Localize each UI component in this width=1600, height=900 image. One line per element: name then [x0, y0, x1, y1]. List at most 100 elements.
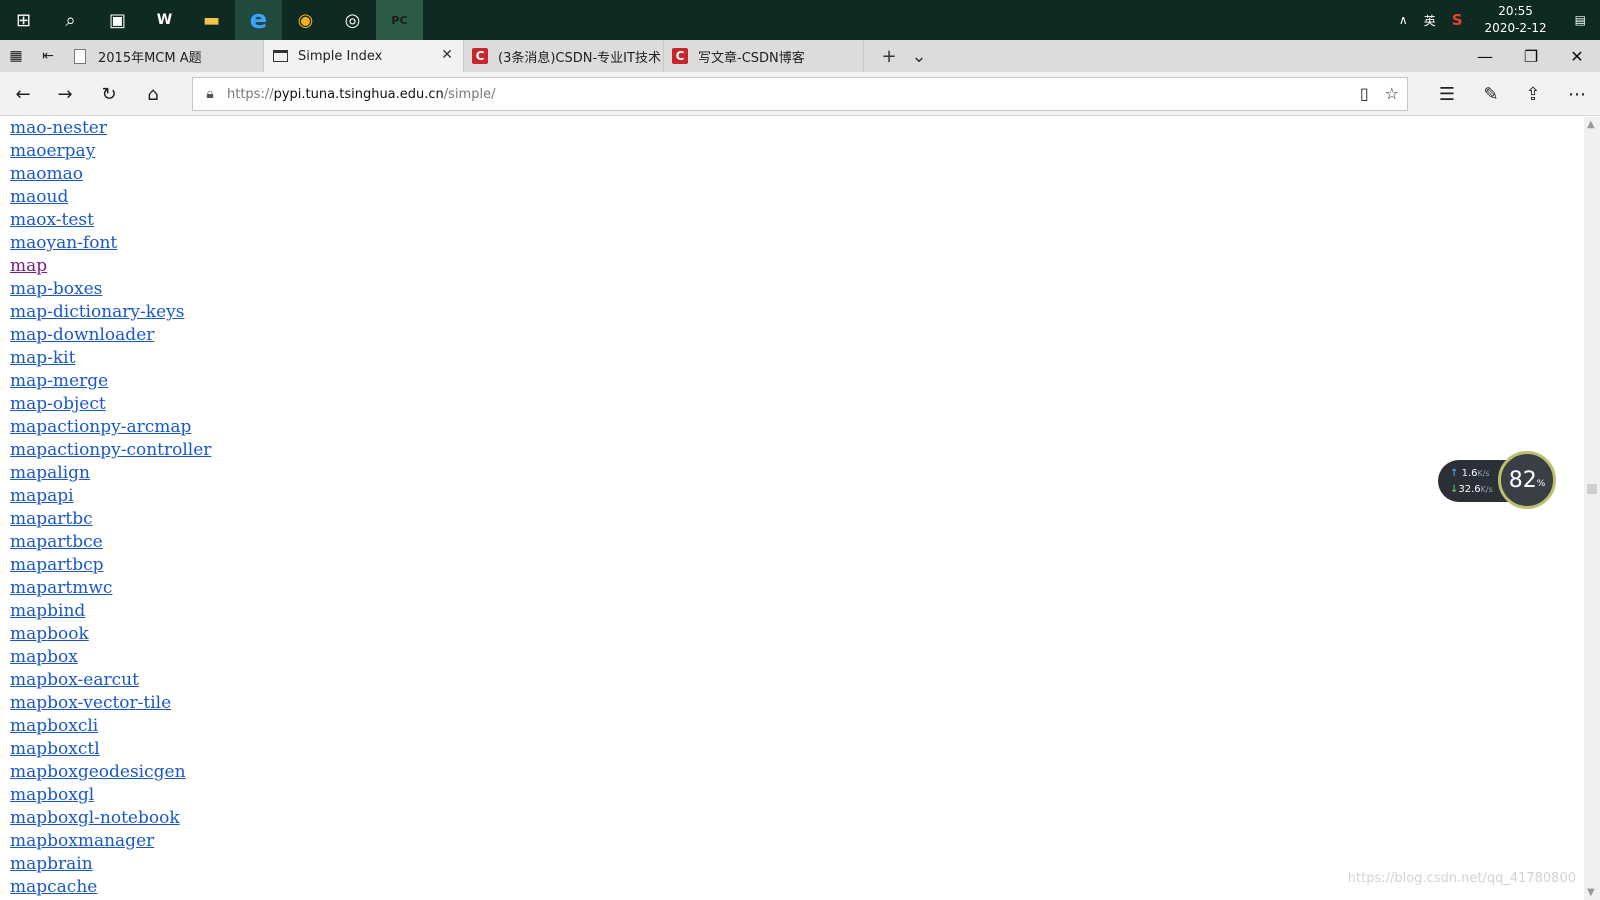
package-link[interactable]: mapartmwc: [10, 577, 1574, 600]
new-tab-icon[interactable]: +: [874, 46, 904, 67]
favorite-star-icon[interactable]: ☆: [1385, 84, 1399, 103]
refresh-icon[interactable]: ↻: [94, 80, 124, 108]
close-tab-icon[interactable]: ✕: [441, 47, 453, 63]
notification-icon[interactable]: ▤: [1561, 0, 1600, 40]
package-link-list: mao-nester maoerpay maomao maoud maox-test ma…: [0, 117, 1584, 899]
clock-time: 20:55: [1498, 4, 1533, 18]
package-link[interactable]: mapartbce: [10, 531, 1574, 554]
tab-3[interactable]: C 写文章-CSDN博客: [664, 40, 864, 72]
close-window-icon[interactable]: ✕: [1554, 40, 1600, 72]
new-tab-controls: + ⌄: [864, 40, 934, 72]
tab-title: Simple Index: [298, 48, 383, 64]
word-icon[interactable]: W: [141, 0, 188, 40]
window-controls: — ❐ ✕: [1462, 40, 1600, 72]
ime-indicator[interactable]: 英: [1416, 0, 1444, 40]
package-link[interactable]: mapbox-vector-tile: [10, 692, 1574, 715]
chevron-up-icon[interactable]: ∧: [1391, 0, 1416, 40]
package-link[interactable]: mapcache: [10, 876, 1574, 899]
chrome-icon[interactable]: ◉: [282, 0, 329, 40]
edge-icon[interactable]: e: [235, 0, 282, 40]
package-link[interactable]: map-downloader: [10, 324, 1574, 347]
tab-title: 写文章-CSDN博客: [698, 50, 805, 66]
package-link[interactable]: map-kit: [10, 347, 1574, 370]
more-icon[interactable]: ⋯: [1562, 80, 1592, 108]
address-bar[interactable]: 🔒︎ https://pypi.tuna.tsinghua.edu.cn/sim…: [192, 77, 1408, 111]
home-icon[interactable]: ⌂: [138, 80, 168, 108]
tab-1[interactable]: Simple Index ✕: [264, 40, 464, 72]
percent-sign: %: [1536, 479, 1546, 489]
download-unit: K/s: [1480, 485, 1493, 494]
package-link[interactable]: mapboxcli: [10, 715, 1574, 738]
package-link[interactable]: mapalign: [10, 462, 1574, 485]
windows-start-icon[interactable]: ⊞: [0, 0, 47, 40]
upload-value: 1.6: [1461, 468, 1478, 479]
share-icon[interactable]: ⇪: [1518, 80, 1548, 108]
clock[interactable]: 20:55 2020-2-12: [1471, 3, 1561, 37]
package-link[interactable]: maox-test: [10, 209, 1574, 232]
back-icon[interactable]: ←: [8, 80, 38, 108]
package-link[interactable]: mapartbc: [10, 508, 1574, 531]
scroll-up-icon[interactable]: ▲: [1587, 119, 1595, 130]
tab-title: 2015年MCM A题: [98, 50, 202, 66]
memory-usage-gauge: 82%: [1498, 451, 1556, 509]
csdn-icon: C: [472, 48, 488, 64]
navigation-bar: ← → ↻ ⌂ 🔒︎ https://pypi.tuna.tsinghua.ed…: [0, 72, 1600, 116]
system-tray: ∧ 英 S 20:55 2020-2-12 ▤: [1391, 0, 1600, 40]
network-monitor-widget[interactable]: ↑ 1.6K/s ↓32.6K/s 82%: [1438, 451, 1558, 511]
download-value: 32.6: [1458, 484, 1481, 495]
package-link[interactable]: mapbook: [10, 623, 1574, 646]
tab-list: 2015年MCM A题 Simple Index ✕ C (3条消息)CSDN-专业IT…: [64, 40, 864, 72]
package-link[interactable]: map-object: [10, 393, 1574, 416]
package-link[interactable]: mapactionpy-controller: [10, 439, 1574, 462]
tab-2[interactable]: C (3条消息)CSDN-专业IT技术: [464, 40, 664, 72]
package-link[interactable]: mapartbcp: [10, 554, 1574, 577]
app-icon[interactable]: ◎: [329, 0, 376, 40]
tab-manager-icon[interactable]: ▦: [0, 40, 32, 72]
package-link[interactable]: mapboxmanager: [10, 830, 1574, 853]
url-path: /simple/: [443, 86, 496, 102]
set-aside-tabs-icon[interactable]: ⇤: [32, 40, 64, 72]
vertical-scrollbar[interactable]: ▲ ▼: [1584, 117, 1600, 900]
package-link[interactable]: map-merge: [10, 370, 1574, 393]
package-link[interactable]: mao-nester: [10, 117, 1574, 140]
scroll-thumb[interactable]: [1587, 484, 1597, 494]
task-view-icon[interactable]: ▣: [94, 0, 141, 40]
pen-icon[interactable]: ✎: [1476, 80, 1506, 108]
forward-icon[interactable]: →: [50, 80, 80, 108]
package-link[interactable]: mapbind: [10, 600, 1574, 623]
sogou-glyph: S: [1451, 11, 1463, 29]
package-link[interactable]: mapapi: [10, 485, 1574, 508]
minimize-icon[interactable]: —: [1462, 40, 1508, 72]
package-link[interactable]: mapboxgl-notebook: [10, 807, 1574, 830]
package-link[interactable]: mapbox-earcut: [10, 669, 1574, 692]
scroll-down-icon[interactable]: ▼: [1587, 887, 1595, 898]
csdn-icon: C: [672, 48, 688, 64]
package-link[interactable]: mapboxgl: [10, 784, 1574, 807]
package-link[interactable]: map: [10, 255, 1574, 278]
package-link[interactable]: maoud: [10, 186, 1574, 209]
favorites-hub-icon[interactable]: ☰: [1432, 80, 1462, 108]
watermark: https://blog.csdn.net/qq_41780800: [1347, 871, 1576, 886]
tab-preview-chevron-icon[interactable]: ⌄: [904, 46, 934, 67]
package-link[interactable]: mapboxctl: [10, 738, 1574, 761]
tab-0[interactable]: 2015年MCM A题: [64, 40, 264, 72]
package-link[interactable]: maoyan-font: [10, 232, 1574, 255]
package-link[interactable]: mapactionpy-arcmap: [10, 416, 1574, 439]
file-explorer-icon[interactable]: ▬: [188, 0, 235, 40]
taskbar-apps: ⊞ ⌕ ▣ W ▬ e ◉ ◎ PC: [0, 0, 423, 40]
page-icon: [272, 48, 288, 64]
search-icon[interactable]: ⌕: [47, 0, 94, 40]
sogou-icon[interactable]: S: [1444, 0, 1471, 40]
package-link[interactable]: maomao: [10, 163, 1574, 186]
package-link[interactable]: maoerpay: [10, 140, 1574, 163]
package-link[interactable]: map-boxes: [10, 278, 1574, 301]
package-link[interactable]: mapbox: [10, 646, 1574, 669]
package-link[interactable]: mapboxgeodesicgen: [10, 761, 1574, 784]
windows-taskbar: ⊞ ⌕ ▣ W ▬ e ◉ ◎ PC ∧ 英 S 20:55 2020-2-12 ▤: [0, 0, 1600, 40]
package-link[interactable]: mapbrain: [10, 853, 1574, 876]
restore-icon[interactable]: ❐: [1508, 40, 1554, 72]
usage-percent: 82: [1508, 467, 1537, 493]
package-link[interactable]: map-dictionary-keys: [10, 301, 1574, 324]
pycharm-icon[interactable]: PC: [376, 0, 423, 40]
reading-view-icon[interactable]: ▯: [1360, 84, 1369, 103]
